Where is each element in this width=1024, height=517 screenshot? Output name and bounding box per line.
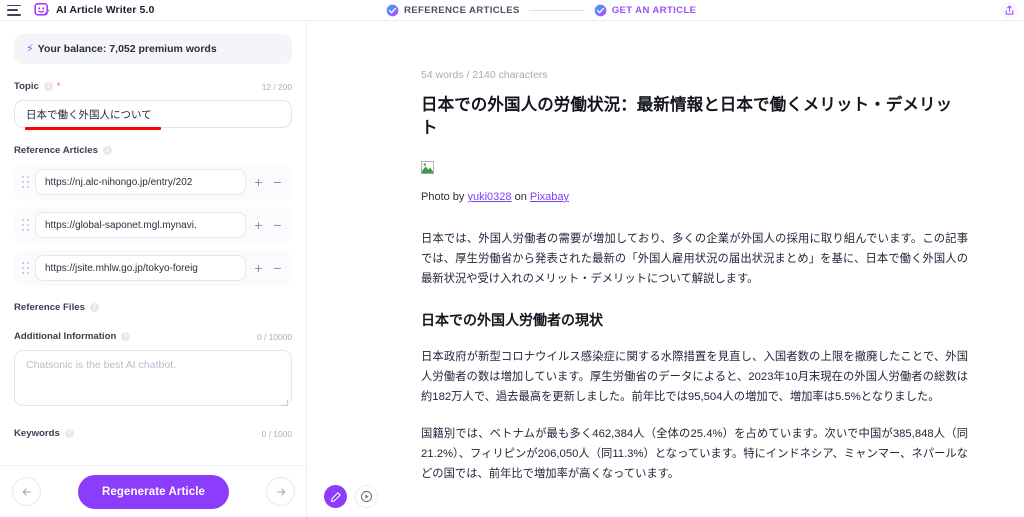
sidebar-footer: Regenerate Article	[0, 465, 306, 517]
play-circle-icon	[360, 490, 373, 503]
article-paragraph: 日本政府が新型コロナウイルス感染症に関する水際措置を見直し、入国者数の上限を撤廃…	[421, 350, 968, 403]
info-icon[interactable]: i	[102, 146, 112, 155]
info-icon[interactable]: i	[43, 82, 53, 91]
credit-middle: on	[511, 190, 530, 203]
minus-icon[interactable]: −	[271, 175, 284, 189]
credit-source-link[interactable]: Pixabay	[530, 191, 569, 203]
app-title: AI Article Writer 5.0	[56, 4, 155, 16]
additional-information-input[interactable]	[14, 350, 292, 406]
arrow-right-icon	[276, 487, 285, 496]
additional-information-counter: 0 / 10000	[257, 331, 292, 342]
topic-input[interactable]	[14, 100, 292, 128]
broken-image-icon	[421, 160, 434, 174]
share-button[interactable]	[1001, 2, 1018, 19]
editor-action-buttons	[324, 485, 378, 508]
plus-icon[interactable]: +	[252, 261, 265, 275]
reference-article-input[interactable]	[35, 212, 246, 238]
reference-files-label: Reference Files	[14, 302, 85, 313]
arrow-left-icon	[22, 487, 31, 496]
hamburger-menu-icon[interactable]	[7, 4, 21, 16]
edit-fab-button[interactable]	[324, 485, 347, 508]
article-heading: 日本での外国人労働者の現状	[421, 312, 603, 329]
reference-article-row: + −	[14, 207, 292, 243]
additional-information-header: Additional Information i 0 / 10000	[14, 330, 292, 343]
forward-button[interactable]	[266, 477, 295, 506]
required-marker: *	[56, 81, 61, 91]
balance-banner: ⚡ Your balance: 7,052 premium words	[14, 34, 292, 64]
reference-articles-label: Reference Articles	[14, 145, 98, 156]
word-count-meta: 54 words / 2140 characters	[421, 69, 548, 81]
article-title: 日本での外国人の労働状況：最新情報と日本で働くメリット・デメリット	[421, 96, 953, 138]
keywords-counter: 0 / 1000	[261, 428, 292, 439]
play-fab-button[interactable]	[355, 485, 378, 508]
step-label: REFERENCE ARTICLES	[404, 5, 520, 16]
app-root: AI Article Writer 5.0 REFERENCE ARTICLES	[0, 0, 1024, 517]
back-button[interactable]	[12, 477, 41, 506]
check-circle-icon	[594, 4, 607, 17]
photo-credit: Photo by yuki0328 on Pixabay	[421, 191, 968, 203]
step-connector	[528, 9, 585, 12]
share-upload-icon	[1005, 5, 1014, 15]
step-label: GET AN ARTICLE	[611, 5, 697, 16]
check-circle-icon	[386, 4, 399, 17]
balance-text: Your balance: 7,052 premium words	[37, 43, 217, 55]
step-get-an-article[interactable]: GET AN ARTICLE	[594, 4, 697, 17]
article-document: 54 words / 2140 characters 日本での外国人の労働状況：…	[308, 21, 1024, 501]
drag-handle-icon[interactable]	[22, 219, 29, 231]
reference-article-input[interactable]	[35, 255, 246, 281]
pencil-edit-icon	[330, 491, 341, 502]
minus-icon[interactable]: −	[271, 261, 284, 275]
top-bar: AI Article Writer 5.0 REFERENCE ARTICLES	[0, 0, 1024, 21]
reference-article-input[interactable]	[35, 169, 246, 195]
article-paragraph: 国籍別では、ベトナムが最も多く462,384人（全体の25.4%）を占めています…	[421, 428, 968, 481]
plus-icon[interactable]: +	[252, 218, 265, 232]
credit-prefix: Photo by	[421, 190, 468, 203]
step-reference-articles[interactable]: REFERENCE ARTICLES	[386, 4, 520, 17]
wizard-stepper: REFERENCE ARTICLES GET AN ARTICLE	[386, 0, 696, 21]
minus-icon[interactable]: −	[271, 218, 284, 232]
reference-articles-header: Reference Articles i	[14, 144, 292, 157]
app-logo-icon	[34, 3, 50, 16]
keywords-header: Keywords i 0 / 1000	[14, 427, 292, 440]
reference-article-row: + −	[14, 164, 292, 200]
brand: AI Article Writer 5.0	[34, 2, 154, 18]
topic-label: Topic	[14, 81, 39, 92]
topic-highlight-annotation	[25, 127, 161, 130]
topic-input-wrap	[14, 100, 292, 130]
article-editor[interactable]: 54 words / 2140 characters 日本での外国人の労働状況：…	[308, 21, 1024, 517]
drag-handle-icon[interactable]	[22, 176, 29, 188]
keywords-label: Keywords	[14, 428, 60, 439]
regenerate-article-button[interactable]: Regenerate Article	[78, 474, 229, 509]
lightning-bolt-icon: ⚡	[26, 42, 34, 55]
article-paragraph: 日本では、外国人労働者の需要が増加しており、多くの企業が外国人の採用に取り組んで…	[421, 232, 968, 286]
topic-counter: 12 / 200	[261, 81, 292, 92]
reference-files-header: Reference Files i	[14, 301, 292, 314]
form-sidebar: ⚡ Your balance: 7,052 premium words Topi…	[0, 21, 307, 517]
reference-article-row: + −	[14, 250, 292, 286]
drag-handle-icon[interactable]	[22, 262, 29, 274]
textarea-resize-grip[interactable]	[282, 400, 288, 406]
info-icon[interactable]: i	[89, 303, 99, 312]
info-icon[interactable]: i	[121, 332, 131, 341]
additional-information-label: Additional Information	[14, 331, 117, 342]
topic-field-header: Topic i * 12 / 200	[14, 80, 292, 93]
info-icon[interactable]: i	[64, 429, 74, 438]
plus-icon[interactable]: +	[252, 175, 265, 189]
credit-author-link[interactable]: yuki0328	[467, 191, 511, 203]
sidebar-scroll-area[interactable]: ⚡ Your balance: 7,052 premium words Topi…	[0, 21, 306, 465]
